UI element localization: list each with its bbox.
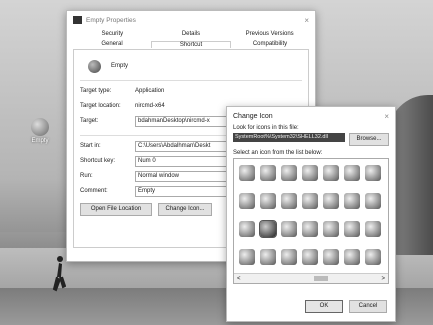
runner-figure xyxy=(52,256,66,292)
cd-icon[interactable] xyxy=(344,193,360,209)
scroll-thumb[interactable] xyxy=(314,276,328,281)
desktop-icon-label: Empty xyxy=(31,138,49,144)
change-icon-button[interactable]: Change Icon... xyxy=(158,203,212,216)
tab-details[interactable]: Details xyxy=(152,31,231,37)
globe-icon[interactable] xyxy=(260,249,276,265)
shortcut-key-label: Shortcut key: xyxy=(80,158,116,164)
disc-icon[interactable] xyxy=(344,221,360,237)
hdd-icon[interactable] xyxy=(365,249,381,265)
change-icon-title: Change Icon xyxy=(233,112,273,120)
change-icon-titlebar[interactable]: Change Icon × xyxy=(227,107,395,125)
card-icon[interactable] xyxy=(239,221,255,237)
clock-icon[interactable] xyxy=(323,249,339,265)
shortcut-icon xyxy=(31,118,49,136)
target-label: Target: xyxy=(80,118,99,124)
lock-icon[interactable] xyxy=(323,221,339,237)
printer-icon[interactable] xyxy=(302,165,318,181)
target-location-label: Target location: xyxy=(80,103,121,109)
chat-icon[interactable] xyxy=(281,249,297,265)
globe-icon[interactable] xyxy=(344,165,360,181)
tab-previous-versions[interactable]: Previous Versions xyxy=(230,31,309,37)
scroll-right-icon[interactable]: > xyxy=(381,276,385,282)
browse-button[interactable]: Browse... xyxy=(349,133,389,146)
target-type-label: Target type: xyxy=(80,88,112,94)
horizontal-scrollbar[interactable]: < > xyxy=(234,273,388,283)
properties-window-icon xyxy=(73,16,82,24)
scroll-left-icon[interactable]: < xyxy=(237,276,241,282)
disc-icon[interactable] xyxy=(365,165,381,181)
look-for-label: Look for icons in this file: xyxy=(233,125,299,131)
close-icon[interactable]: × xyxy=(304,16,309,25)
properties-title: Empty Properties xyxy=(86,16,136,24)
icon-list[interactable]: < > xyxy=(233,158,389,284)
drive-icon[interactable] xyxy=(239,165,255,181)
open-file-location-button[interactable]: Open File Location xyxy=(80,203,152,216)
icon-file-path-input[interactable]: SystemRoot%\System32\SHELL32.dll xyxy=(233,133,345,142)
tab-compatibility[interactable]: Compatibility xyxy=(231,41,309,47)
computer-icon[interactable] xyxy=(302,193,318,209)
tab-security[interactable]: Security xyxy=(73,31,152,37)
shortcut-name: Empty xyxy=(111,63,129,69)
music-icon[interactable] xyxy=(365,193,381,209)
search-icon[interactable] xyxy=(344,249,360,265)
run-label: Run: xyxy=(80,173,93,179)
target-type-value: Application xyxy=(135,88,165,94)
users-icon[interactable] xyxy=(281,221,297,237)
drive-icon[interactable] xyxy=(365,221,381,237)
select-icon-label: Select an icon from the list below: xyxy=(233,150,323,156)
shortcut-icon xyxy=(88,59,101,73)
shortcut-icon[interactable] xyxy=(259,220,277,238)
globe-icon[interactable] xyxy=(323,193,339,209)
tab-general[interactable]: General xyxy=(73,41,151,47)
ok-button[interactable]: OK xyxy=(305,300,343,313)
arrow-icon[interactable] xyxy=(323,165,339,181)
cancel-button[interactable]: Cancel xyxy=(349,300,387,313)
desktop-shortcut-empty[interactable]: Empty xyxy=(25,118,55,144)
properties-tabs: Security Details Previous Versions Gener… xyxy=(73,29,309,49)
properties-titlebar[interactable]: Empty Properties × xyxy=(67,11,315,29)
clock-icon[interactable] xyxy=(281,193,297,209)
comment-label: Comment: xyxy=(80,188,108,194)
folder-icon[interactable] xyxy=(281,165,297,181)
network-icon[interactable] xyxy=(260,165,276,181)
close-icon[interactable]: × xyxy=(384,112,389,121)
start-in-label: Start in: xyxy=(80,143,101,149)
hardware-icon[interactable] xyxy=(239,193,255,209)
change-icon-dialog: Change Icon × Look for icons in this fil… xyxy=(226,106,396,322)
monitor-icon[interactable] xyxy=(302,221,318,237)
tab-shortcut[interactable]: Shortcut xyxy=(151,40,231,48)
window-icon[interactable] xyxy=(260,193,276,209)
key-icon[interactable] xyxy=(239,249,255,265)
help-icon[interactable] xyxy=(302,249,318,265)
